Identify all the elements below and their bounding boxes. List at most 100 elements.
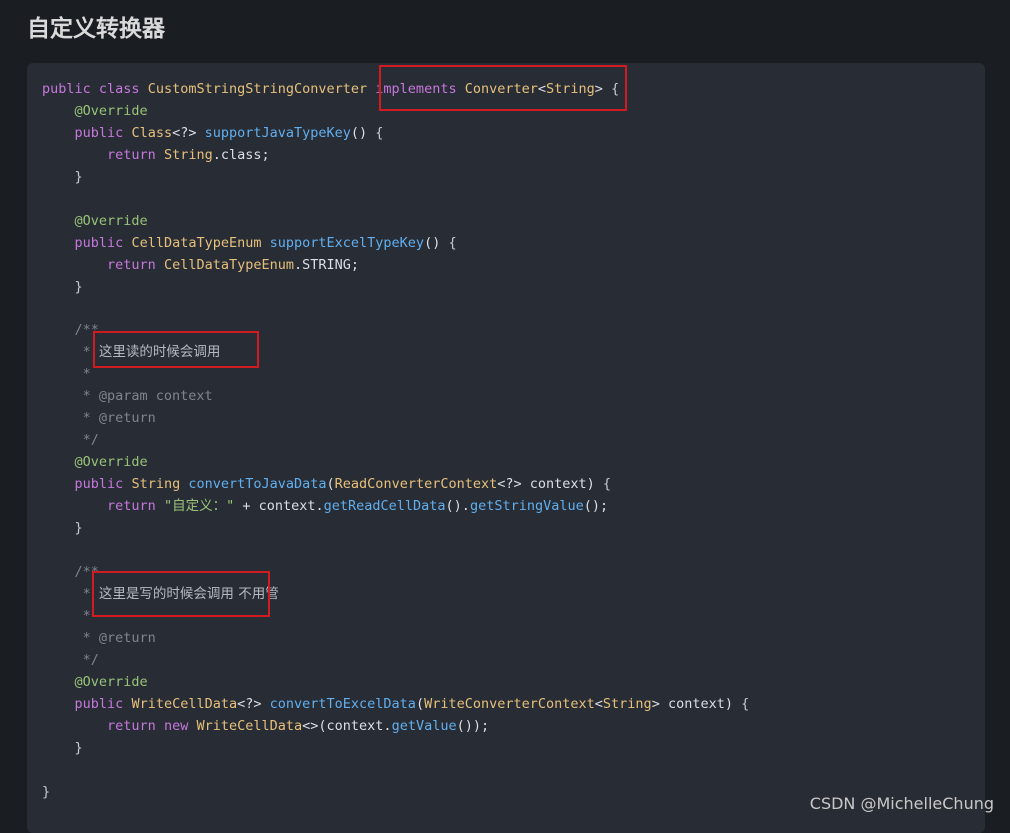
code-token: } (74, 520, 83, 537)
code-token: (). (445, 498, 470, 515)
code-token: Converter (464, 81, 538, 97)
code-token: <>(context. (302, 717, 392, 734)
code-token: supportJavaTypeKey (204, 124, 351, 141)
code-token: <?> (172, 124, 205, 141)
code-token: * (82, 585, 99, 602)
code-line: public String convertToJavaData(ReadConv… (42, 474, 749, 496)
watermark: CSDN @MichelleChung (809, 794, 994, 813)
code-token: } (74, 278, 83, 295)
code-line: } (42, 518, 749, 540)
code-line: return new WriteCellData<>(context.getVa… (42, 716, 749, 738)
code-token: convertToJavaData (188, 476, 327, 493)
code-token: return (107, 498, 156, 515)
code-token: .STRING; (294, 256, 360, 273)
code-line: ​ (42, 760, 749, 782)
code-token: return (107, 256, 156, 273)
code-token: WriteConverterContext (424, 695, 595, 712)
code-token: public (42, 81, 91, 97)
code-token: { (741, 695, 750, 712)
code-token: CustomStringStringConverter (147, 81, 368, 97)
code-token: { (448, 234, 457, 251)
code-token: > context) (651, 695, 742, 712)
code-token: public (74, 476, 124, 493)
code-line: public WriteCellData<?> convertToExcelDa… (42, 694, 750, 716)
code-token: ( (326, 476, 335, 493)
code-line: * @return (42, 408, 749, 430)
code-token: return (107, 717, 156, 734)
code-token: } (74, 168, 83, 185)
code-line: * 这里是写的时候会调用 不用管 (42, 584, 749, 606)
code-token: public (74, 234, 124, 251)
page-title: 自定义转换器 (27, 16, 165, 42)
code-token: getValue (391, 717, 457, 734)
code-token: { (611, 81, 620, 97)
code-token: public (74, 695, 124, 712)
code-line: /** (42, 562, 749, 584)
code-line: * 这里读的时候会调用 (42, 342, 749, 364)
code-token: */ (82, 432, 99, 449)
code-token: convertToExcelData (269, 695, 416, 712)
code-token: < (537, 81, 547, 97)
code-token: * @return (82, 410, 156, 427)
code-token: @Override (74, 102, 148, 119)
code-line: * @return (42, 628, 749, 650)
code-token: <?> (237, 695, 270, 712)
code-token: /** (74, 563, 99, 580)
code-line: } (42, 782, 749, 804)
code-token: 这里读的时候会调用 (98, 344, 221, 361)
code-token: ( (415, 695, 425, 712)
code-line: /** (42, 320, 749, 342)
code-token: String (131, 476, 181, 493)
code-token: * (82, 607, 91, 624)
code-token: } (42, 783, 51, 800)
code-token: public (74, 124, 124, 141)
code-line: return CellDataTypeEnum.STRING; (42, 255, 749, 277)
code-line: @Override (42, 211, 749, 233)
code-line: } (42, 167, 749, 189)
code-line: */ (42, 430, 749, 452)
code-line: ​ (42, 189, 749, 211)
code-token: /** (74, 322, 99, 339)
code-token: getReadCellData (323, 498, 446, 515)
code-token: } (74, 739, 83, 756)
code-token: () (424, 234, 449, 251)
code-token: () (350, 124, 376, 141)
code-token: WriteCellData (196, 717, 303, 734)
code-token: 这里是写的时候会调用 不用管 (98, 585, 279, 602)
code-token: String (163, 146, 213, 163)
code-line: } (42, 277, 749, 299)
code-token: <?> context) (497, 476, 603, 493)
code-line: @Override (42, 101, 749, 123)
code-line: * @param context (42, 386, 749, 408)
code-line: @Override (42, 452, 749, 474)
code-line: return String.class; (42, 145, 749, 167)
code-line: public Class<?> supportJavaTypeKey() { (42, 123, 749, 145)
code-line: ​ (42, 540, 749, 562)
